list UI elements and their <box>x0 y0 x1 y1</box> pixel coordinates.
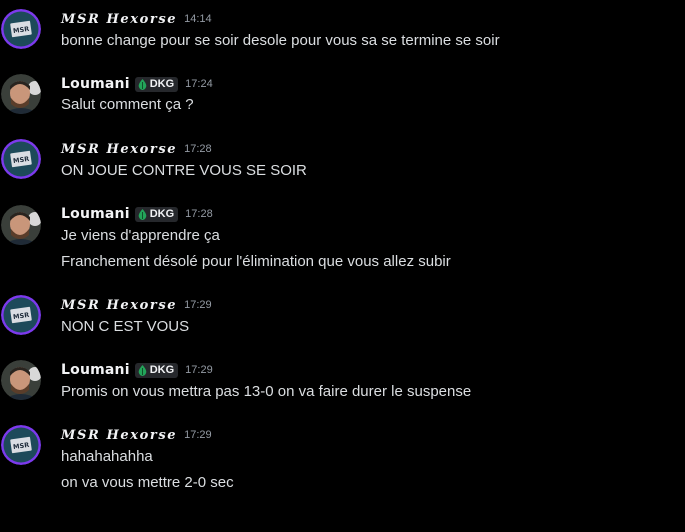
timestamp[interactable]: 17:29 <box>185 364 213 376</box>
timestamp[interactable]: 17:28 <box>185 208 213 220</box>
green-leaf-icon <box>138 364 147 376</box>
message-header: MSR Hexorse 17:29 <box>61 426 212 444</box>
msr-logo-avatar[interactable]: MSR <box>1 9 41 49</box>
message-header: Loumani DKG 17:24 <box>61 75 213 93</box>
username[interactable]: MSR Hexorse <box>61 12 177 27</box>
message-text: Salut comment ça ? <box>61 96 194 113</box>
server-tag-badge[interactable]: DKG <box>134 76 179 92</box>
username[interactable]: MSR Hexorse <box>61 142 177 157</box>
username[interactable]: Loumani <box>61 76 130 92</box>
username[interactable]: MSR Hexorse <box>61 298 177 313</box>
username[interactable]: Loumani <box>61 206 130 222</box>
message-text: bonne change pour se soir desole pour vo… <box>61 32 500 49</box>
tag-label: DKG <box>149 364 175 376</box>
message-text: Je viens d'apprendre ça <box>61 227 220 244</box>
timestamp[interactable]: 17:29 <box>184 299 212 311</box>
message-text: on va vous mettre 2-0 sec <box>61 474 234 491</box>
message-header: Loumani DKG 17:29 <box>61 361 213 379</box>
message-header: MSR Hexorse 14:14 <box>61 10 212 28</box>
user-photo-avatar[interactable] <box>1 360 41 400</box>
username[interactable]: Loumani <box>61 362 130 378</box>
message-header: MSR Hexorse 17:29 <box>61 296 212 314</box>
msr-logo-avatar[interactable]: MSR <box>1 295 41 335</box>
message-text: Promis on vous mettra pas 13-0 on va fai… <box>61 383 472 400</box>
message-text: Franchement désolé pour l'élimination qu… <box>61 253 451 270</box>
message-text: hahahahahha <box>61 448 153 465</box>
message-text: NON C EST VOUS <box>61 318 190 335</box>
message-header: MSR Hexorse 17:28 <box>61 140 212 158</box>
username[interactable]: MSR Hexorse <box>61 428 177 443</box>
timestamp[interactable]: 14:14 <box>184 13 212 25</box>
tag-label: DKG <box>149 78 175 90</box>
green-leaf-icon <box>138 208 147 220</box>
timestamp[interactable]: 17:24 <box>185 78 213 90</box>
msr-logo-avatar[interactable]: MSR <box>1 425 41 465</box>
chat-message-list: MSR MSR Hexorse 14:14 bonne change pour … <box>0 0 685 532</box>
green-leaf-icon <box>138 78 147 90</box>
msr-logo-avatar[interactable]: MSR <box>1 139 41 179</box>
user-photo-avatar[interactable] <box>1 74 41 114</box>
message-text: ON JOUE CONTRE VOUS SE SOIR <box>61 162 307 179</box>
server-tag-badge[interactable]: DKG <box>134 362 179 378</box>
message-header: Loumani DKG 17:28 <box>61 205 213 223</box>
user-photo-avatar[interactable] <box>1 205 41 245</box>
timestamp[interactable]: 17:29 <box>184 429 212 441</box>
timestamp[interactable]: 17:28 <box>184 143 212 155</box>
server-tag-badge[interactable]: DKG <box>134 206 179 222</box>
tag-label: DKG <box>149 208 175 220</box>
